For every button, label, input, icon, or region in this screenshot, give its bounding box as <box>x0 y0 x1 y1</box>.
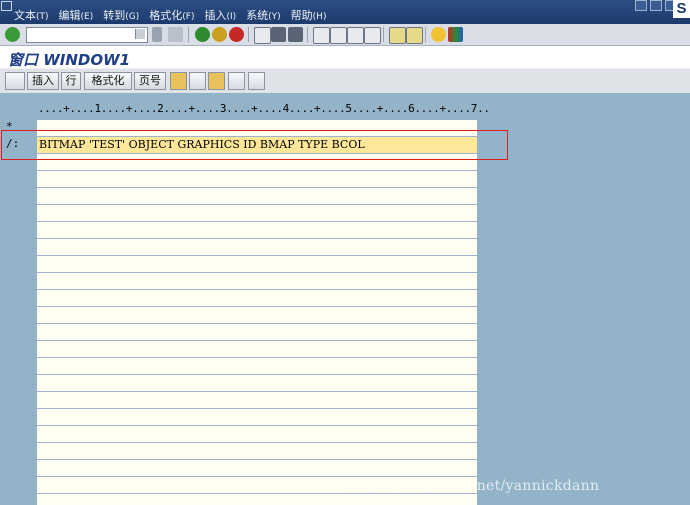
menu-edit[interactable]: 编辑(E) <box>59 7 94 23</box>
page-number-button[interactable]: 页号 <box>134 72 166 90</box>
save-icon[interactable] <box>168 27 183 42</box>
format-button[interactable]: 格式化 <box>84 72 132 90</box>
text-line[interactable] <box>37 290 477 307</box>
find-icon[interactable] <box>271 27 286 42</box>
menu-text[interactable]: 文本(T) <box>14 7 49 23</box>
previous-page-icon[interactable] <box>330 27 347 44</box>
toolbar-separator <box>425 27 426 42</box>
minimize-icon[interactable] <box>635 0 647 11</box>
text-line[interactable] <box>37 205 477 222</box>
exit-icon[interactable] <box>212 27 227 42</box>
menu-goto[interactable]: 转到(G) <box>103 7 139 23</box>
next-page-icon[interactable] <box>347 27 364 44</box>
text-line[interactable] <box>37 256 477 273</box>
text-line[interactable] <box>37 239 477 256</box>
move-icon[interactable] <box>228 72 245 90</box>
select-icon[interactable] <box>5 72 25 90</box>
line-button[interactable]: 行 <box>61 72 81 90</box>
prev-arrow-icon[interactable] <box>152 27 162 42</box>
insert-button[interactable]: 插入 <box>27 72 59 90</box>
help-icon[interactable] <box>431 27 446 42</box>
cut-icon[interactable] <box>189 72 206 90</box>
text-line[interactable] <box>37 273 477 290</box>
system-menu-icon[interactable] <box>1 1 12 11</box>
text-line[interactable] <box>37 188 477 205</box>
text-line[interactable] <box>37 426 477 443</box>
text-line[interactable] <box>37 375 477 392</box>
text-lines: BITMAP 'TEST' OBJECT GRAPHICS ID BMAP TY… <box>37 120 477 505</box>
standard-toolbar <box>0 24 690 46</box>
toolbar-separator <box>188 27 189 42</box>
clipboard-icon[interactable] <box>170 72 187 90</box>
menu-format[interactable]: 格式化(F) <box>149 7 194 23</box>
toolbar-separator <box>248 27 249 42</box>
text-line[interactable] <box>37 443 477 460</box>
menu-insert[interactable]: 插入(I) <box>204 7 236 23</box>
print-icon[interactable] <box>254 27 271 44</box>
ruler: ....+....1....+....2....+....3....+....4… <box>38 102 490 115</box>
text-line[interactable] <box>37 409 477 426</box>
cancel-icon[interactable] <box>229 27 244 42</box>
menu-items: 文本(T) 编辑(E) 转到(G) 格式化(F) 插入(I) 系统(Y) 帮助(… <box>14 7 336 23</box>
command-field[interactable] <box>26 27 148 43</box>
paste-icon[interactable] <box>208 72 225 90</box>
first-page-icon[interactable] <box>313 27 330 44</box>
application-toolbar: 插入 行 格式化 页号 <box>0 68 690 94</box>
menu-bar: 文本(T) 编辑(E) 转到(G) 格式化(F) 插入(I) 系统(Y) 帮助(… <box>0 0 690 24</box>
sap-logo: S <box>673 0 690 18</box>
text-line[interactable] <box>37 324 477 341</box>
menu-system[interactable]: 系统(Y) <box>246 7 281 23</box>
find-next-icon[interactable] <box>288 27 303 42</box>
toolbar-separator <box>307 27 308 42</box>
toolbar-separator <box>383 27 384 42</box>
text-line[interactable] <box>37 460 477 477</box>
text-line[interactable] <box>37 358 477 375</box>
command-history-dropdown-icon[interactable] <box>135 29 145 39</box>
restore-icon[interactable] <box>650 0 662 11</box>
enter-check-icon[interactable] <box>5 27 20 42</box>
back-icon[interactable] <box>195 27 210 42</box>
text-line[interactable] <box>37 307 477 324</box>
shortcut-icon[interactable] <box>406 27 423 44</box>
text-line[interactable] <box>37 171 477 188</box>
page-title: 窗口 WINDOW1 <box>8 51 131 69</box>
text-line[interactable] <box>37 222 477 239</box>
new-session-icon[interactable] <box>389 27 406 44</box>
comment-icon[interactable] <box>248 72 265 90</box>
menu-help[interactable]: 帮助(H) <box>291 7 327 23</box>
highlight-annotation-box <box>1 130 508 160</box>
watermark: https://blog.csdn.net/yannickdann <box>348 478 600 494</box>
layout-menu-icon[interactable] <box>448 27 463 42</box>
text-line[interactable] <box>37 341 477 358</box>
title-bar: 窗口 WINDOW1 <box>0 46 690 69</box>
last-page-icon[interactable] <box>364 27 381 44</box>
text-line[interactable] <box>37 392 477 409</box>
